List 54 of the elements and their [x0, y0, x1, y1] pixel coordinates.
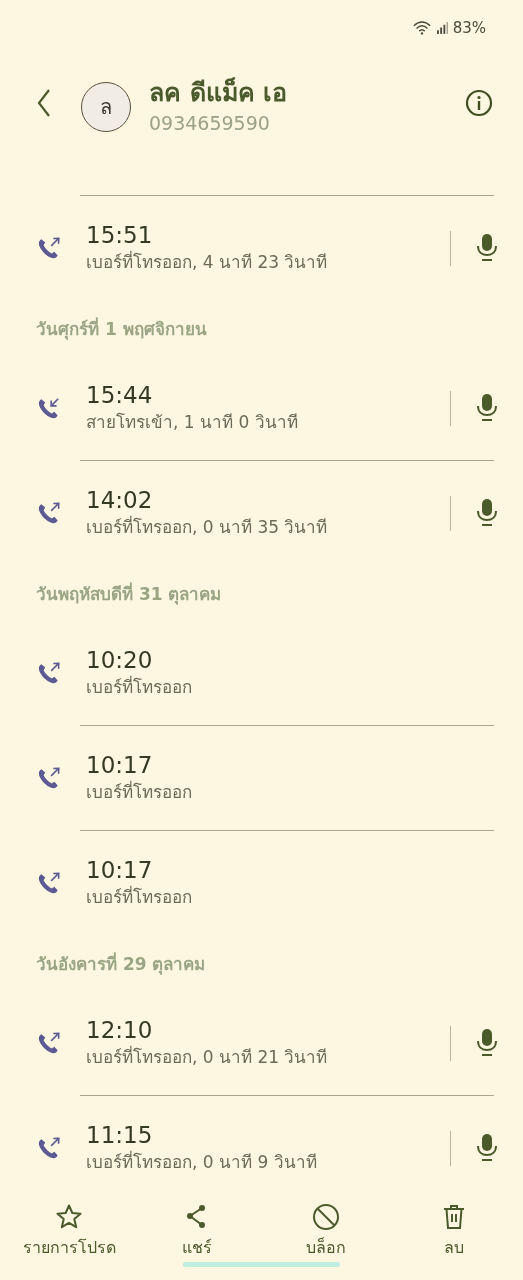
- call-time: 14:02: [86, 486, 154, 513]
- call-detail: เบอร์ที่โทรออก, 0 นาที 21 วินาที: [86, 1044, 329, 1069]
- call-detail: เบอร์ที่โทรออก, 0 นาที 9 วินาที: [86, 1149, 318, 1174]
- block-icon: [311, 1202, 340, 1231]
- call-detail: เบอร์ที่โทรออก: [86, 674, 193, 699]
- delete-button[interactable]: ลบ: [391, 1200, 517, 1262]
- contact-avatar: ล: [81, 81, 131, 132]
- call-row[interactable]: 11:15 เบอร์ที่โทรออก, 0 นาที 9 วินาที: [0, 1096, 523, 1200]
- microphone-icon[interactable]: [475, 498, 499, 528]
- star-icon: [55, 1202, 84, 1231]
- wifi-icon: [411, 20, 432, 35]
- call-time: 10:17: [86, 856, 154, 883]
- incoming-call-icon: [36, 395, 62, 421]
- call-row[interactable]: 10:20 เบอร์ที่โทรออก: [0, 621, 523, 725]
- call-detail: เบอร์ที่โทรออก, 0 นาที 35 วินาที: [86, 514, 329, 539]
- call-row[interactable]: 12:10 เบอร์ที่โทรออก, 0 นาที 21 วินาที: [0, 991, 523, 1095]
- block-button[interactable]: บล็อก: [263, 1200, 389, 1262]
- outgoing-call-icon: [36, 500, 62, 526]
- outgoing-call-icon: [36, 235, 62, 261]
- contact-name: ลค ดีแม็ค เอ: [149, 76, 289, 109]
- microphone-icon[interactable]: [475, 1028, 499, 1058]
- call-row[interactable]: 14:02 เบอร์ที่โทรออก, 0 นาที 35 วินาที: [0, 461, 523, 565]
- contact-number: 0934659590: [149, 111, 271, 134]
- share-button[interactable]: แชร์: [134, 1200, 260, 1262]
- call-time: 10:20: [86, 646, 154, 673]
- call-time: 10:17: [86, 751, 154, 778]
- call-detail: เบอร์ที่โทรออก: [86, 779, 193, 804]
- favorite-button[interactable]: รายการโปรด: [6, 1200, 132, 1262]
- call-row[interactable]: 15:44 สายโทรเข้า, 1 นาที 0 วินาที: [0, 356, 523, 460]
- date-header: วันอังคารที่ 29 ตุลาคม: [36, 951, 206, 977]
- outgoing-call-icon: [36, 765, 62, 791]
- battery-percentage: 83%: [452, 18, 486, 37]
- microphone-icon[interactable]: [475, 393, 499, 423]
- microphone-icon[interactable]: [475, 233, 499, 263]
- outgoing-call-icon: [36, 870, 62, 896]
- call-row[interactable]: 10:17 เบอร์ที่โทรออก: [0, 831, 523, 935]
- outgoing-call-icon: [36, 1135, 62, 1161]
- outgoing-call-icon: [36, 1030, 62, 1056]
- info-icon[interactable]: [465, 88, 493, 117]
- signal-icon: [436, 21, 448, 34]
- call-detail: สายโทรเข้า, 1 นาที 0 วินาที: [86, 410, 299, 434]
- call-detail: เบอร์ที่โทรออก: [86, 884, 193, 909]
- call-row[interactable]: 10:17 เบอร์ที่โทรออก: [0, 726, 523, 830]
- microphone-icon[interactable]: [475, 1133, 499, 1163]
- call-time: 15:51: [86, 221, 154, 248]
- call-row[interactable]: 15:51 เบอร์ที่โทรออก, 4 นาที 23 วินาที: [0, 196, 523, 300]
- back-icon[interactable]: [36, 87, 52, 118]
- call-detail: เบอร์ที่โทรออก, 4 นาที 23 วินาที: [86, 249, 329, 274]
- date-header: วันพฤหัสบดีที่ 31 ตุลาคม: [36, 581, 222, 607]
- call-time: 12:10: [86, 1016, 154, 1043]
- call-time: 15:44: [86, 381, 154, 408]
- call-time: 11:15: [86, 1121, 154, 1148]
- outgoing-call-icon: [36, 660, 62, 686]
- date-header: วันศุกร์ที่ 1 พฤศจิกายน: [36, 316, 207, 342]
